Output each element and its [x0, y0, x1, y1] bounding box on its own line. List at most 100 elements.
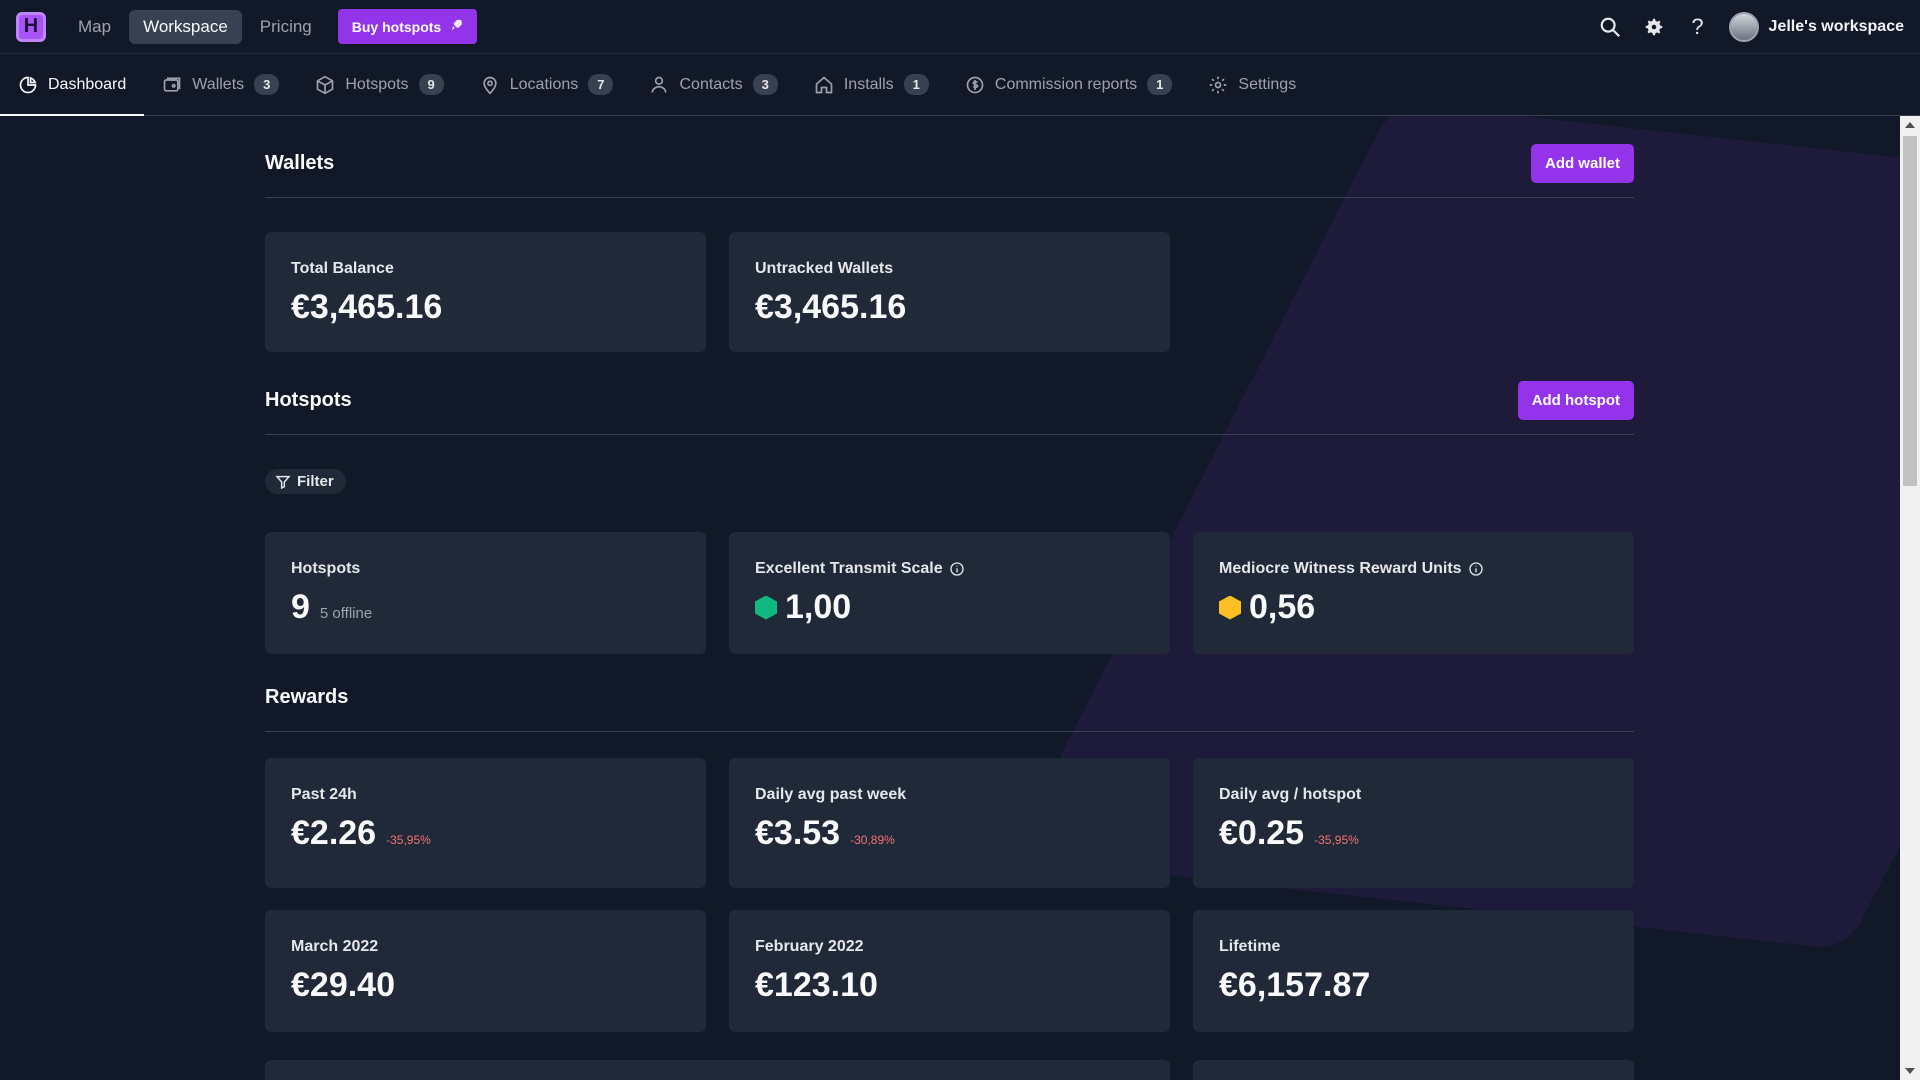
wallets-title: Wallets: [265, 152, 335, 174]
card-label: March 2022: [291, 938, 379, 955]
search-icon[interactable]: [1597, 14, 1623, 40]
tab-dashboard-label: Dashboard: [48, 75, 127, 93]
reward-delta: -35,95%: [386, 833, 431, 847]
gear-icon[interactable]: [1641, 14, 1667, 40]
card-value-row: €2.26 -35,95%: [291, 814, 680, 853]
workspace-tabs: Dashboard Wallets 3 Hotspots 9 Locations…: [0, 54, 1920, 116]
wallet-icon: [163, 77, 181, 92]
tab-locations-label: Locations: [509, 75, 579, 93]
user-icon: [651, 76, 667, 93]
card-label: Mediocre Witness Reward Units: [1219, 560, 1462, 577]
contacts-count-badge: 3: [752, 74, 778, 95]
card-value: €29.40: [291, 966, 395, 1004]
wallets-count-badge: 3: [254, 74, 280, 95]
info-icon[interactable]: [1468, 561, 1484, 577]
card-label: Past 24h: [291, 786, 357, 803]
tab-contacts[interactable]: Contacts 3: [631, 54, 795, 115]
tab-hotspots-label: Hotspots: [345, 75, 409, 93]
tab-commission-reports[interactable]: Commission reports 1: [947, 54, 1191, 115]
help-icon[interactable]: ?: [1685, 14, 1711, 40]
add-hotspot-button[interactable]: Add hotspot: [1517, 381, 1634, 420]
card-value-row: 0,56: [1219, 588, 1608, 627]
pie-chart-icon: [19, 76, 37, 93]
card-value-row: 9 5 offline: [291, 588, 680, 627]
tab-dashboard[interactable]: Dashboard: [0, 54, 145, 116]
untracked-wallets-card: Untracked Wallets €3,465.16: [729, 232, 1170, 352]
next-card-partial: [265, 1060, 1170, 1080]
card-label: Daily avg past week: [755, 786, 907, 803]
locations-count-badge: 7: [588, 74, 614, 95]
nav-workspace[interactable]: Workspace: [129, 9, 242, 44]
hotspots-count-card: Hotspots 9 5 offline: [265, 532, 706, 654]
settings-gear-icon: [1210, 76, 1227, 93]
tab-installs[interactable]: Installs 1: [796, 54, 947, 115]
green-hexagon-icon: [755, 595, 777, 620]
card-value: €6,157.87: [1219, 966, 1371, 1004]
commission-count-badge: 1: [1147, 74, 1173, 95]
reward-delta: -30,89%: [850, 833, 895, 847]
top-bar: H Map Workspace Pricing Buy hotspots ? J…: [0, 0, 1920, 54]
card-value: €3,465.16: [291, 288, 443, 326]
rewards-section-header: Rewards: [265, 686, 1634, 732]
nav-map[interactable]: Map: [64, 10, 125, 44]
avatar[interactable]: [1728, 11, 1759, 42]
transmit-scale-card: Excellent Transmit Scale 1,00: [729, 532, 1170, 654]
filter-icon: [275, 475, 291, 489]
filter-label: Filter: [297, 473, 334, 490]
reward-card-daily-avg-hotspot: Daily avg / hotspot €0.25 -35,95%: [1193, 758, 1634, 888]
reward-card-past-24h: Past 24h €2.26 -35,95%: [265, 758, 706, 888]
buy-hotspots-button[interactable]: Buy hotspots: [337, 9, 478, 44]
next-card-partial: [1193, 1060, 1634, 1080]
tab-wallets[interactable]: Wallets 3: [144, 54, 297, 115]
cube-icon: [317, 75, 334, 94]
hotspots-section-header: Hotspots Add hotspot: [265, 381, 1634, 435]
home-icon: [815, 75, 833, 93]
card-label-row: Mediocre Witness Reward Units: [1219, 560, 1608, 578]
tab-settings-label: Settings: [1238, 75, 1297, 93]
card-value-row: 1,00: [755, 588, 1144, 627]
scroll-up-arrow[interactable]: [1905, 122, 1915, 128]
card-label: February 2022: [755, 938, 864, 955]
scroll-thumb[interactable]: [1903, 136, 1917, 486]
card-label: Untracked Wallets: [755, 260, 894, 277]
yellow-hexagon-icon: [1219, 595, 1241, 620]
tab-wallets-label: Wallets: [192, 75, 245, 93]
page-scrollbar[interactable]: [1900, 116, 1920, 1080]
card-label: Daily avg / hotspot: [1219, 786, 1362, 803]
card-label: Total Balance: [291, 260, 394, 277]
dashboard-content: Wallets Add wallet Total Balance €3,465.…: [0, 116, 1900, 1080]
map-pin-icon: [483, 76, 497, 95]
wallets-section-header: Wallets Add wallet: [265, 144, 1634, 198]
reward-card-march: March 2022 €29.40: [265, 910, 706, 1032]
card-label-row: Excellent Transmit Scale: [755, 560, 1144, 578]
tab-hotspots[interactable]: Hotspots 9: [297, 54, 461, 115]
info-icon[interactable]: [949, 561, 965, 577]
rewards-title: Rewards: [265, 686, 349, 708]
app-logo[interactable]: H: [16, 11, 46, 42]
tab-settings[interactable]: Settings: [1190, 54, 1314, 115]
card-label: Hotspots: [291, 560, 361, 577]
tab-locations[interactable]: Locations 7: [462, 54, 632, 115]
hotspot-count: 9: [291, 588, 310, 626]
witness-reward-card: Mediocre Witness Reward Units 0,56: [1193, 532, 1634, 654]
tab-installs-label: Installs: [843, 75, 894, 93]
reward-value: €2.26: [291, 814, 377, 852]
reward-delta: -35,95%: [1314, 833, 1359, 847]
reward-card-daily-avg-week: Daily avg past week €3.53 -30,89%: [729, 758, 1170, 888]
nav-pricing[interactable]: Pricing: [246, 10, 326, 44]
buy-hotspots-label: Buy hotspots: [351, 18, 442, 35]
add-wallet-button[interactable]: Add wallet: [1530, 144, 1634, 183]
workspace-name[interactable]: Jelle's workspace: [1769, 18, 1904, 36]
tab-contacts-label: Contacts: [679, 75, 743, 93]
card-value: €123.10: [755, 966, 878, 1004]
rocket-icon: [449, 18, 463, 35]
witness-reward-value: 0,56: [1249, 588, 1316, 626]
installs-count-badge: 1: [903, 74, 929, 95]
scroll-down-arrow[interactable]: [1905, 1068, 1915, 1074]
hotspots-title: Hotspots: [265, 389, 352, 411]
offline-count: 5 offline: [319, 605, 373, 622]
reward-value: €3.53: [755, 814, 841, 852]
filter-button[interactable]: Filter: [265, 469, 346, 494]
card-label: Excellent Transmit Scale: [755, 560, 943, 577]
reward-value: €0.25: [1219, 814, 1305, 852]
